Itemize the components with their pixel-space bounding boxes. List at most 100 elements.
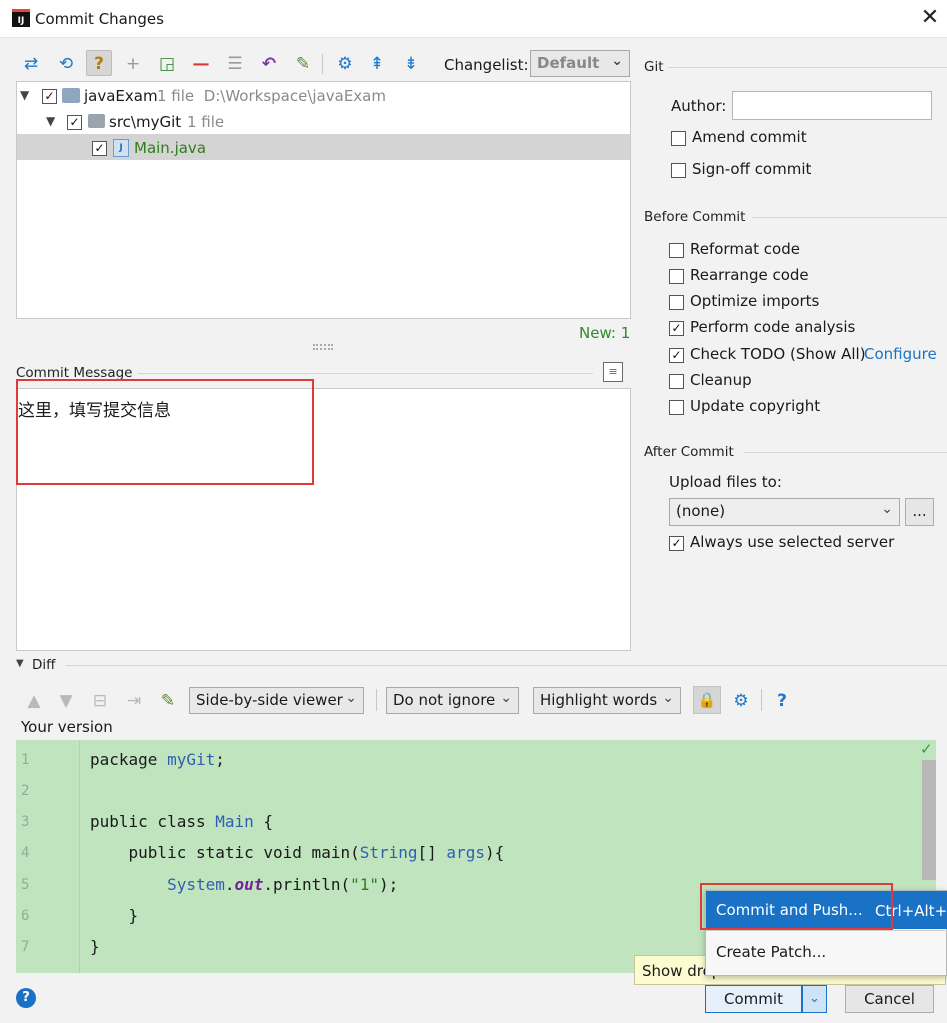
gutter-divider	[79, 740, 80, 973]
help-question-icon[interactable]: ?	[86, 50, 112, 76]
upload-server-value: (none)	[676, 502, 726, 520]
your-version-label: Your version	[21, 718, 113, 736]
amend-commit-label: Amend commit	[692, 128, 807, 146]
check-todo-checkbox[interactable]: ✓	[669, 348, 684, 363]
settings-icon[interactable]: ⚙	[332, 51, 358, 77]
checkbox-main-java[interactable]: ✓	[92, 141, 107, 156]
settings-icon[interactable]: ⚙	[728, 688, 754, 714]
line-number: 7	[21, 939, 30, 955]
collapse-diff-icon[interactable]: ▼	[16, 658, 24, 669]
rearrange-code-label: Rearrange code	[690, 266, 809, 284]
code-line-5: System.out.println("1");	[167, 875, 399, 894]
code-line-3: public class Main {	[90, 812, 274, 831]
checkbox-src-mygit[interactable]: ✓	[67, 115, 82, 130]
perform-code-analysis-label: Perform code analysis	[690, 318, 856, 336]
amend-commit-option[interactable]: Amend commit	[671, 128, 931, 150]
commit-button[interactable]: Commit	[705, 985, 802, 1013]
changelist-label: Changelist:	[444, 56, 529, 74]
reformat-code-checkbox[interactable]	[669, 243, 684, 258]
line-number: 5	[21, 877, 30, 893]
tree-folder-info: 1 file	[187, 113, 225, 131]
line-number: 4	[21, 845, 30, 861]
refresh-icon[interactable]: ⟲	[53, 51, 79, 77]
edit-source-icon[interactable]: ✎	[155, 688, 181, 714]
tree-folder-name[interactable]: src\myGit	[109, 113, 181, 131]
rearrange-code-checkbox[interactable]	[669, 269, 684, 284]
amend-commit-checkbox[interactable]	[671, 131, 686, 146]
cleanup-option[interactable]: Cleanup	[669, 371, 939, 393]
commit-dropdown-button[interactable]: ⌄	[802, 985, 827, 1013]
code-line-6: }	[90, 906, 139, 925]
collapse-unchanged-icon[interactable]: ⊟	[87, 688, 113, 714]
author-input[interactable]	[732, 91, 932, 120]
checkbox-javaexam[interactable]: ✓	[42, 89, 57, 104]
move-icon[interactable]: ⇄	[18, 51, 44, 77]
reformat-code-option[interactable]: Reformat code	[669, 240, 939, 262]
scrollbar-thumb[interactable]	[922, 760, 936, 880]
menu-divider	[706, 930, 947, 931]
chevron-down-icon: ⌄	[611, 53, 623, 69]
optimize-imports-checkbox[interactable]	[669, 295, 684, 310]
splitter-handle[interactable]	[313, 344, 333, 350]
author-label: Author:	[671, 97, 727, 115]
configure-link[interactable]: Configure	[864, 345, 937, 363]
undo-icon[interactable]: ↶	[256, 51, 282, 77]
tree-file-name[interactable]: Main.java	[134, 139, 206, 157]
arrow-down-icon[interactable]: ▼	[53, 688, 79, 714]
intellij-logo-icon: IJ	[12, 9, 30, 27]
toolbar-divider	[761, 689, 762, 711]
highlight-mode-select[interactable]: Highlight words ⌄	[533, 687, 681, 714]
update-copyright-checkbox[interactable]	[669, 400, 684, 415]
ignore-whitespace-select[interactable]: Do not ignore ⌄	[386, 687, 519, 714]
divider	[66, 665, 947, 666]
code-line-4: public static void main(String[] args){	[90, 843, 505, 862]
expand-icon[interactable]: ◲	[154, 51, 180, 77]
signoff-commit-option[interactable]: Sign-off commit	[671, 160, 931, 182]
signoff-commit-checkbox[interactable]	[671, 163, 686, 178]
chevron-down-icon[interactable]: ▼	[46, 114, 55, 128]
perform-code-analysis-option[interactable]: ✓ Perform code analysis	[669, 318, 939, 340]
collapse-all-icon[interactable]: ⇟	[398, 51, 424, 77]
line-number: 3	[21, 814, 30, 830]
perform-code-analysis-checkbox[interactable]: ✓	[669, 321, 684, 336]
always-use-server-option[interactable]: ✓ Always use selected server	[669, 533, 939, 555]
jump-to-source-icon[interactable]: ⇥	[121, 688, 147, 714]
cleanup-checkbox[interactable]	[669, 374, 684, 389]
window-title: Commit Changes	[35, 10, 164, 28]
arrow-up-icon[interactable]: ▲	[21, 688, 47, 714]
upload-server-select[interactable]: (none) ⌄	[669, 498, 900, 526]
line-number: 6	[21, 908, 30, 924]
close-icon[interactable]: ✕	[916, 4, 944, 32]
divider	[744, 452, 947, 453]
commit-history-icon[interactable]: ≡	[603, 362, 623, 382]
update-copyright-label: Update copyright	[690, 397, 821, 415]
viewer-mode-select[interactable]: Side-by-side viewer ⌄	[189, 687, 364, 714]
viewer-mode-value: Side-by-side viewer	[196, 691, 343, 709]
remove-icon[interactable]: —	[188, 51, 214, 77]
edit-icon[interactable]: ✎	[290, 51, 316, 77]
toolbar-divider	[322, 54, 323, 74]
group-icon[interactable]: ☰	[222, 51, 248, 77]
chevron-down-icon: ⌄	[662, 690, 674, 706]
help-icon[interactable]: ?	[769, 688, 795, 714]
expand-all-icon[interactable]: ⇞	[364, 51, 390, 77]
always-use-server-label: Always use selected server	[690, 533, 895, 551]
tree-root-name[interactable]: javaExam	[84, 87, 158, 105]
optimize-imports-option[interactable]: Optimize imports	[669, 292, 939, 314]
changelist-select[interactable]: Default ⌄	[530, 50, 630, 77]
always-use-server-checkbox[interactable]: ✓	[669, 536, 684, 551]
check-todo-option[interactable]: ✓ Check TODO (Show All)	[669, 345, 866, 367]
help-button[interactable]: ?	[16, 988, 36, 1008]
optimize-imports-label: Optimize imports	[690, 292, 820, 310]
browse-server-button[interactable]: ...	[905, 498, 934, 526]
add-icon[interactable]: +	[120, 51, 146, 77]
update-copyright-option[interactable]: Update copyright	[669, 397, 939, 419]
lock-icon[interactable]: 🔒	[693, 686, 721, 714]
cancel-button[interactable]: Cancel	[845, 985, 934, 1013]
menu-item-create-patch[interactable]: Create Patch...	[706, 934, 947, 972]
after-commit-header: After Commit	[644, 444, 734, 460]
chevron-down-icon[interactable]: ▼	[20, 88, 29, 102]
chevron-down-icon: ⌄	[881, 501, 893, 517]
new-files-count: New: 1	[579, 324, 631, 342]
rearrange-code-option[interactable]: Rearrange code	[669, 266, 939, 288]
